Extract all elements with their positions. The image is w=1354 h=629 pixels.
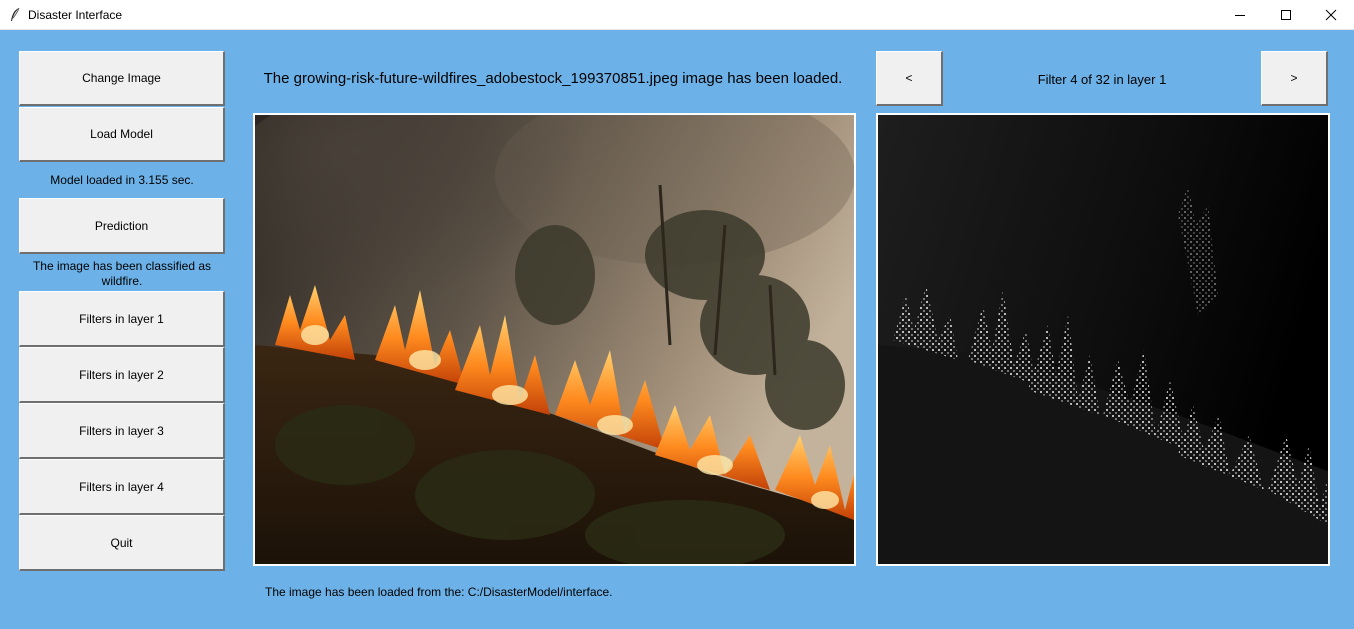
previous-filter-button[interactable]: < bbox=[876, 51, 943, 106]
filter-visualization bbox=[876, 113, 1330, 566]
load-model-button[interactable]: Load Model bbox=[19, 107, 225, 162]
minimize-icon bbox=[1235, 15, 1245, 16]
quit-button[interactable]: Quit bbox=[19, 515, 225, 571]
wildfire-photo bbox=[255, 115, 854, 564]
next-filter-button[interactable]: > bbox=[1261, 51, 1328, 106]
filters-layer-2-button[interactable]: Filters in layer 2 bbox=[19, 347, 225, 403]
filters-layer-4-button[interactable]: Filters in layer 4 bbox=[19, 459, 225, 515]
filters-layer-1-button[interactable]: Filters in layer 1 bbox=[19, 291, 225, 347]
filters-layer-3-button[interactable]: Filters in layer 3 bbox=[19, 403, 225, 459]
image-loaded-status: The growing-risk-future-wildfires_adobes… bbox=[263, 70, 843, 87]
prediction-result-line-1: The image has been classified as bbox=[32, 259, 212, 273]
close-button[interactable] bbox=[1308, 0, 1354, 30]
loaded-image bbox=[253, 113, 856, 566]
prediction-result-line-2: wildfire. bbox=[101, 274, 143, 288]
maximize-icon bbox=[1281, 10, 1291, 20]
close-icon bbox=[1325, 9, 1337, 21]
model-status-label: Model loaded in 3.155 sec. bbox=[50, 173, 194, 187]
window-title: Disaster Interface bbox=[28, 8, 123, 22]
feather-icon bbox=[11, 7, 20, 21]
filter-activation-map bbox=[878, 115, 1328, 564]
maximize-button[interactable] bbox=[1263, 0, 1309, 30]
change-image-button[interactable]: Change Image bbox=[19, 51, 225, 106]
image-path-status: The image has been loaded from the: C:/D… bbox=[265, 585, 613, 599]
minimize-button[interactable] bbox=[1217, 0, 1263, 30]
prediction-button[interactable]: Prediction bbox=[19, 198, 225, 254]
filter-status-label: Filter 4 of 32 in layer 1 bbox=[1037, 72, 1167, 87]
title-bar: Disaster Interface bbox=[0, 0, 1354, 30]
prediction-result-label: The image has been classified as wildfir… bbox=[19, 259, 225, 289]
